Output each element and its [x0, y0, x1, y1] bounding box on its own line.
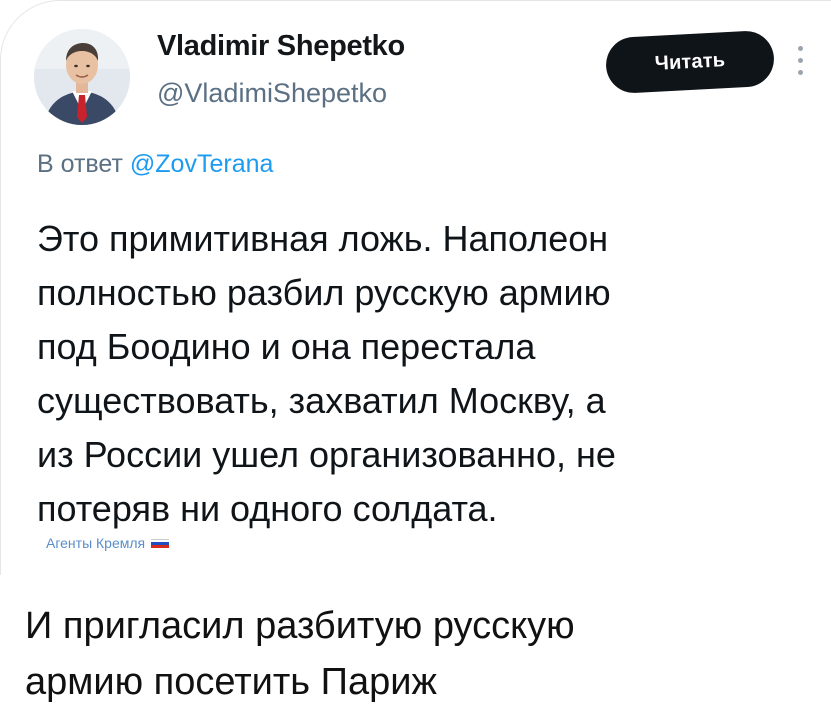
watermark-text: Агенты Кремля	[46, 535, 146, 551]
tweet-text-line: существовать, захватил Москву, а	[37, 380, 606, 421]
reply-mention-link[interactable]: @ZovTerana	[130, 150, 274, 178]
tweet-text-line: из России ушел организованно, не	[37, 434, 616, 475]
tweet-text-line: потеряв ни одного солдата.	[37, 488, 498, 529]
tweet-text-line: полностью разбил русскую армию	[37, 272, 611, 313]
tweet-text-line: под Боодино и она перестала	[37, 326, 536, 367]
russian-flag-icon	[151, 538, 170, 548]
profile-photo-icon	[34, 29, 130, 125]
caption-line: армию посетить Париж	[25, 661, 437, 703]
tweet-text-line: Это примитивная ложь. Наполеон	[37, 218, 609, 259]
author-handle[interactable]: @VladimiShepetko	[157, 78, 387, 109]
follow-button[interactable]: Читать	[604, 29, 776, 95]
caption-line: И пригласил разбитую русскую	[25, 605, 575, 647]
tweet-card: Vladimir Shepetko @VladimiShepetko Читат…	[0, 0, 831, 575]
vertical-ellipsis-icon[interactable]	[793, 46, 807, 86]
reply-prefix: В ответ	[37, 150, 123, 178]
reply-context: В ответ @ZovTerana	[37, 150, 273, 179]
author-avatar[interactable]	[34, 29, 130, 125]
author-display-name[interactable]: Vladimir Shepetko	[157, 30, 405, 63]
tweet-text: Это примитивная ложь. Наполеон полностью…	[37, 212, 777, 536]
watermark: Агенты Кремля	[46, 535, 170, 551]
meme-caption: И пригласил разбитую русскую армию посет…	[25, 598, 815, 710]
